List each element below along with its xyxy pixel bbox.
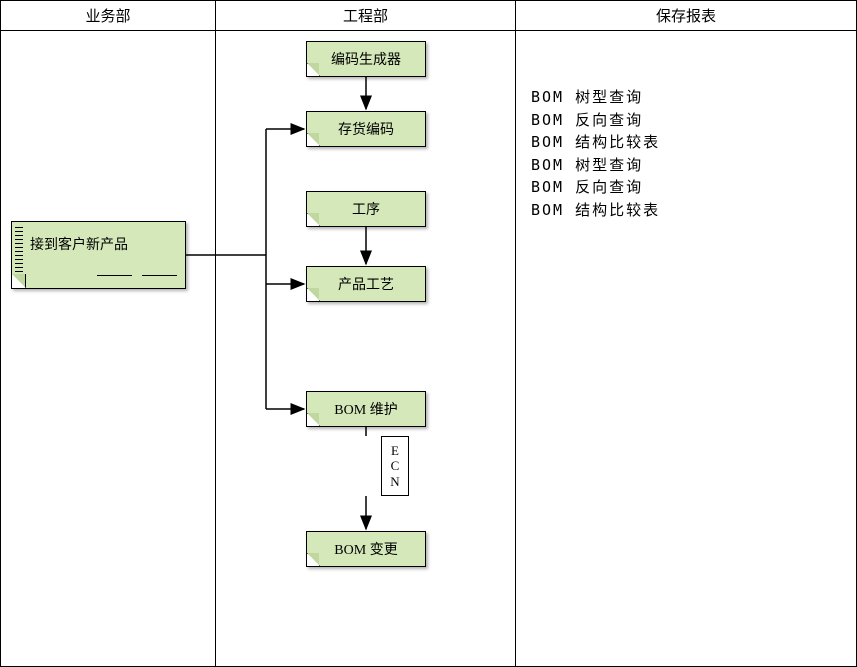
column-header-business: 业务部 (1, 1, 216, 30)
block-label: 编码生成器 (331, 49, 401, 69)
flowchart-container: 业务部 工程部 保存报表 接到客户新产品 编码生成器 存货编码 (0, 0, 857, 667)
column-header-engineering: 工程部 (216, 1, 516, 30)
block-label: BOM 维护 (334, 399, 397, 419)
ecn-letter: N (390, 474, 399, 490)
block-procedure: 工序 (306, 191, 426, 227)
block-label: 产品工艺 (338, 274, 394, 294)
block-bom-maintain: BOM 维护 (306, 391, 426, 427)
block-label: BOM 变更 (334, 539, 397, 559)
ecn-label-box: E C N (381, 436, 409, 496)
ecn-letter: E (391, 443, 399, 459)
report-item: BOM 反向查询 (531, 176, 660, 199)
report-item: BOM 树型查询 (531, 86, 660, 109)
body-row: 接到客户新产品 编码生成器 存货编码 工序 产品工艺 BOM 维护 (1, 31, 856, 667)
block-bom-change: BOM 变更 (306, 531, 426, 567)
column-header-reports: 保存报表 (516, 1, 856, 30)
ecn-letter: C (391, 458, 400, 474)
start-block-new-product: 接到客户新产品 (11, 221, 186, 289)
block-label: 工序 (352, 199, 380, 219)
report-item: BOM 反向查询 (531, 109, 660, 132)
block-label: 存货编码 (338, 119, 394, 139)
column-reports: BOM 树型查询 BOM 反向查询 BOM 结构比较表 BOM 树型查询 BOM… (516, 31, 856, 667)
report-item: BOM 结构比较表 (531, 199, 660, 222)
block-product-process: 产品工艺 (306, 266, 426, 302)
reports-list: BOM 树型查询 BOM 反向查询 BOM 结构比较表 BOM 树型查询 BOM… (531, 86, 660, 221)
block-code-generator: 编码生成器 (306, 41, 426, 77)
column-engineering: 编码生成器 存货编码 工序 产品工艺 BOM 维护 E C N BOM 变更 (216, 31, 516, 667)
column-business: 接到客户新产品 (1, 31, 216, 667)
report-item: BOM 结构比较表 (531, 131, 660, 154)
report-item: BOM 树型查询 (531, 154, 660, 177)
header-row: 业务部 工程部 保存报表 (1, 1, 856, 31)
block-inventory-code: 存货编码 (306, 111, 426, 147)
start-block-label: 接到客户新产品 (30, 234, 128, 254)
